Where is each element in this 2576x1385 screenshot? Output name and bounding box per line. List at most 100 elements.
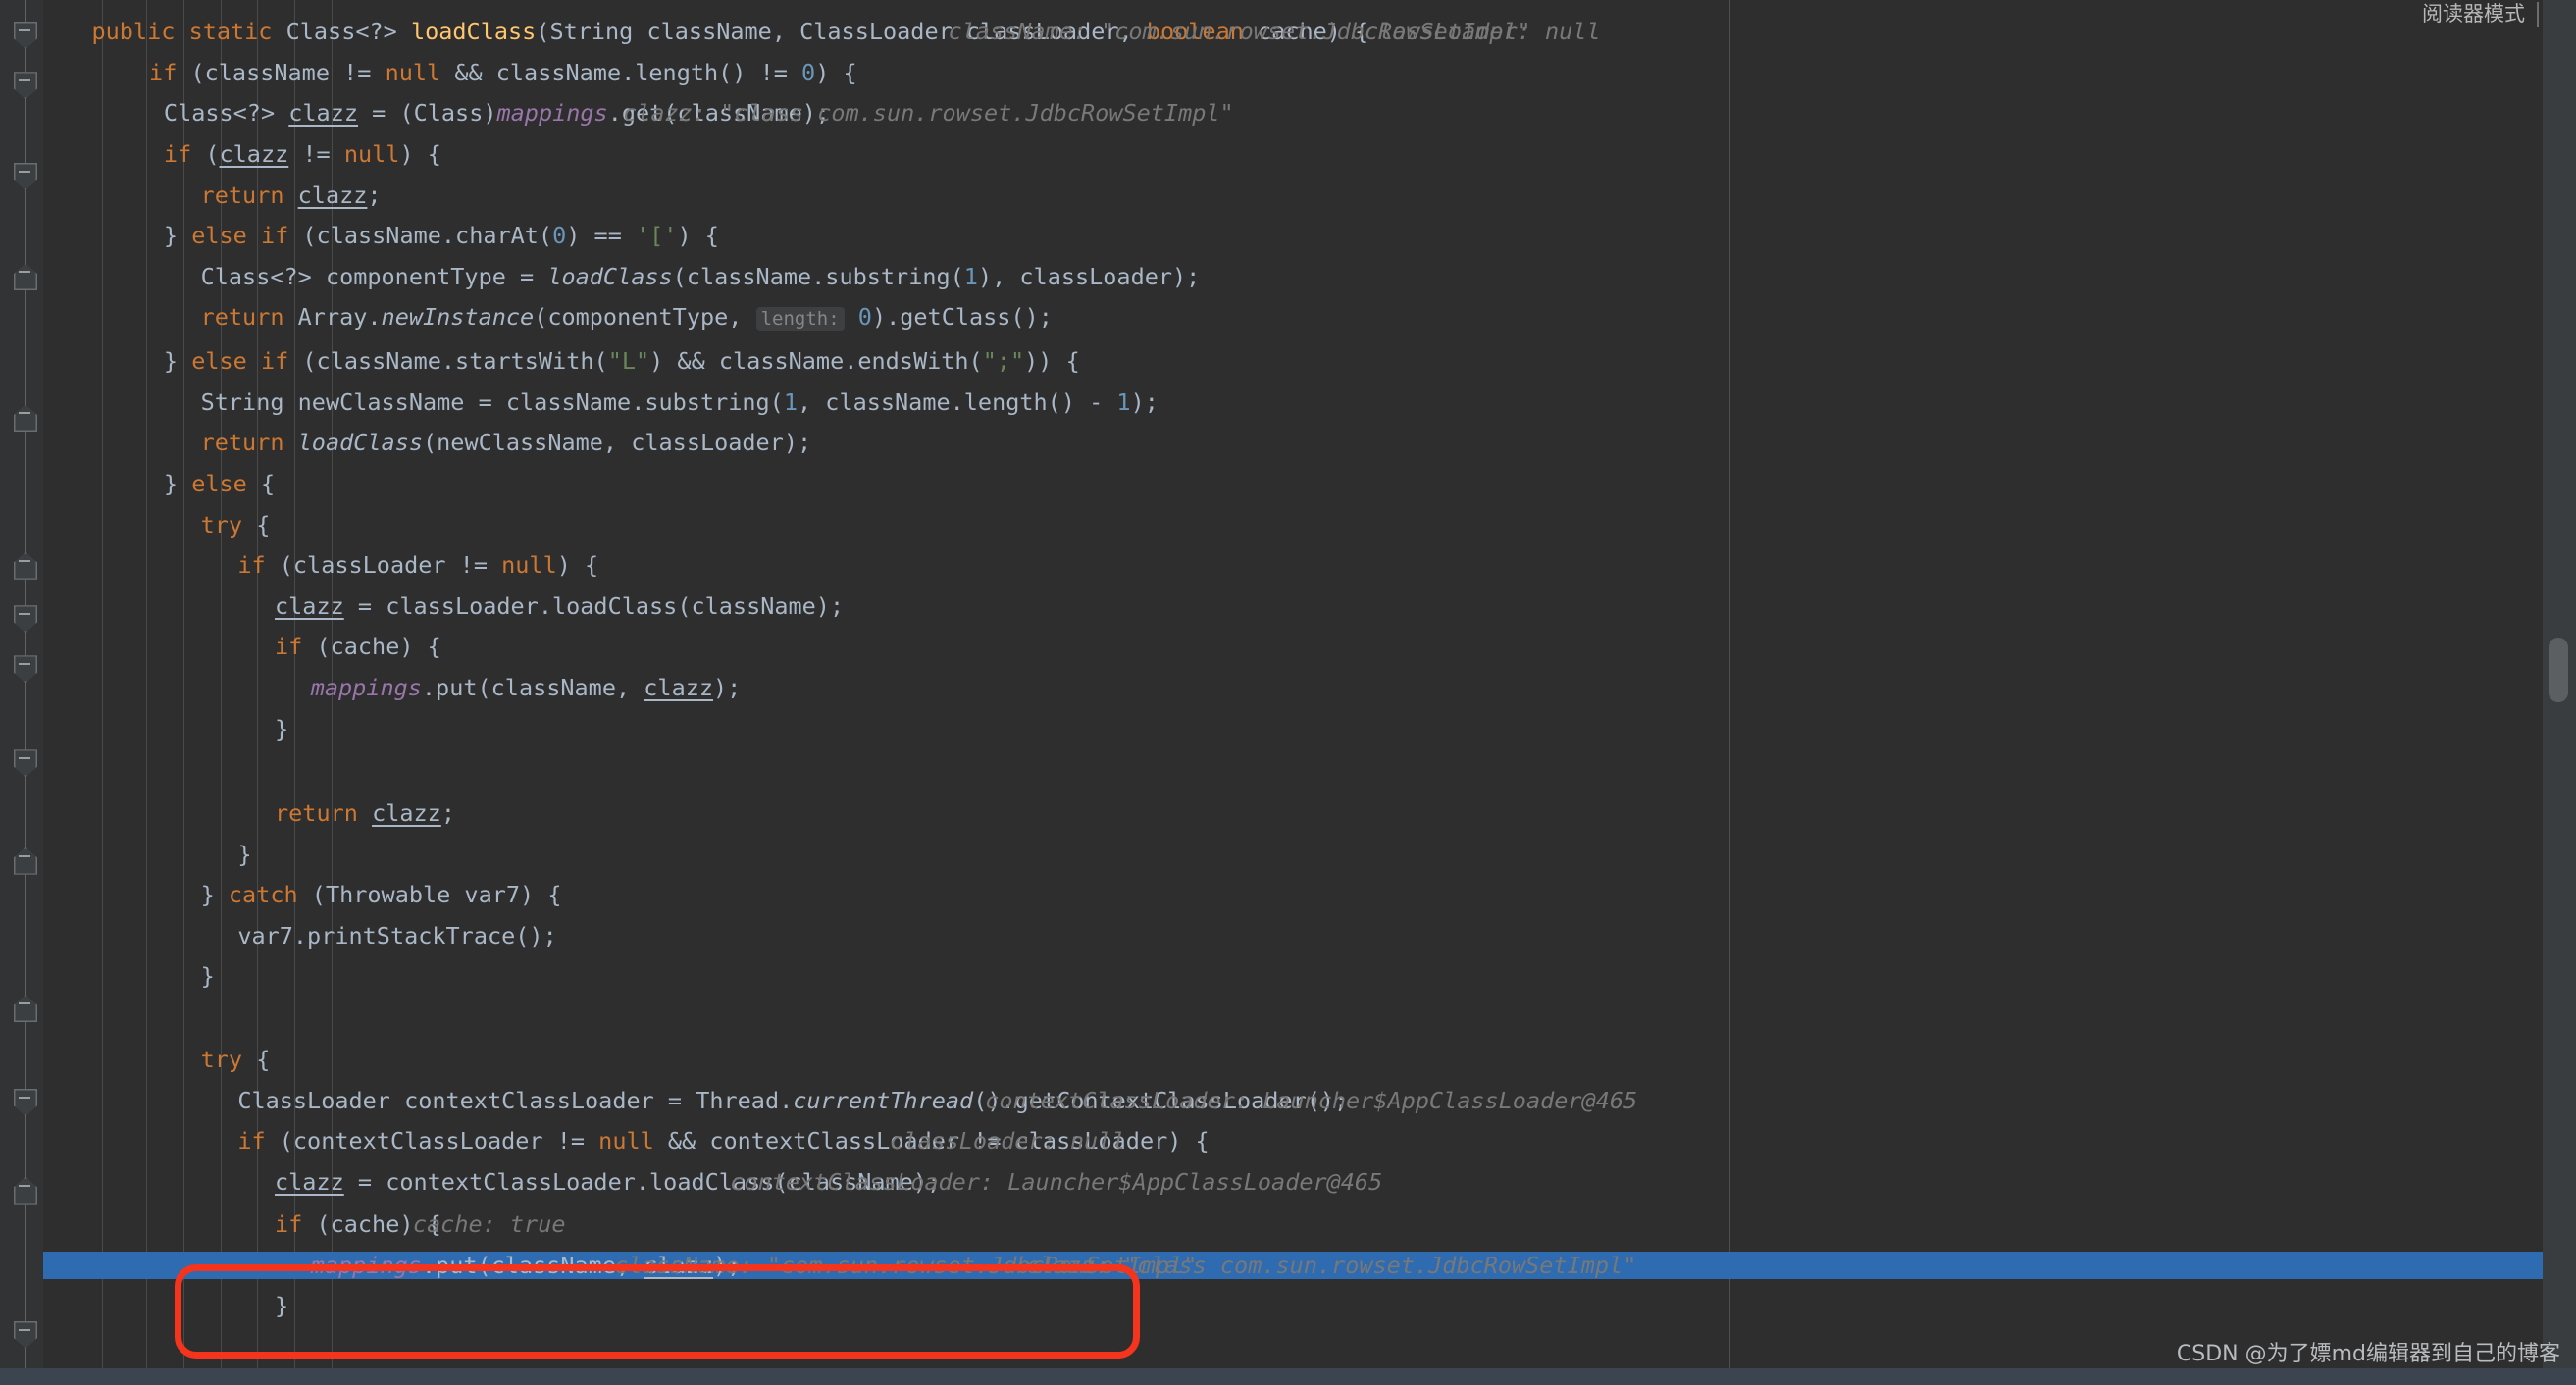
code-token: } [200, 881, 229, 909]
code-line[interactable]: clazz = classLoader.loadClass(className)… [275, 593, 844, 619]
code-token: static [188, 18, 273, 46]
code-token: } [163, 222, 192, 250]
debugger-inlay-hint[interactable]: contextClassLoader: Launcher$AppClassLoa… [730, 1169, 1382, 1195]
fold-start-icon[interactable] [14, 263, 37, 291]
code-token: ) { [815, 58, 857, 86]
code-line[interactable]: return Array.newInstance(componentType, … [201, 303, 1053, 332]
code-token: "L" [607, 347, 650, 376]
fold-end-icon[interactable] [14, 22, 37, 49]
fold-end-icon[interactable] [14, 655, 37, 684]
code-line[interactable]: try { [201, 512, 271, 538]
debugger-inlay-hint[interactable]: contextClassLoader: Launcher$AppClassLoa… [985, 1088, 1637, 1113]
code-line[interactable]: } [275, 1293, 288, 1318]
debugger-inlay-hint[interactable]: classLoader: null [890, 1128, 1126, 1154]
code-token: if [275, 1210, 303, 1239]
code-token: (className.charAt( [288, 222, 553, 250]
code-token: } [163, 347, 192, 376]
code-token: ClassLoader contextClassLoader = Thread. [237, 1086, 794, 1114]
code-token: (cache) { [302, 633, 441, 661]
code-line[interactable]: } [237, 842, 251, 867]
debugger-inlay-hint[interactable]: clazz: "class com.sun.rowset.JdbcRowSetI… [1026, 1253, 1637, 1278]
code-token: loadClass [547, 262, 673, 290]
code-token: clazz [275, 591, 344, 620]
csdn-watermark: CSDN @为了嫖md编辑器到自己的博客 [2176, 1342, 2560, 1366]
code-line[interactable]: return loadClass(newClassName, classLoad… [201, 430, 812, 455]
fold-start-icon[interactable] [14, 1176, 37, 1205]
indent-guide [146, 0, 148, 1385]
code-line[interactable]: if (cache) { [275, 634, 441, 659]
code-token: Class<?> componentType = [200, 262, 548, 290]
fold-start-icon[interactable] [14, 404, 37, 433]
code-token: else if [191, 222, 289, 250]
code-token: ";" [982, 347, 1025, 376]
code-token: if [237, 1127, 266, 1155]
code-token: loadClass [410, 18, 537, 46]
code-line[interactable]: } [201, 963, 215, 989]
code-token: 1 [1116, 387, 1131, 416]
code-token: if [275, 633, 303, 661]
code-token: } [275, 714, 289, 743]
reader-mode-label[interactable]: 阅读器模式 [2422, 0, 2525, 27]
code-token: )) { [1024, 347, 1080, 376]
ide-editor-window: public static Class<?> loadClass (String … [0, 0, 2576, 1385]
fold-end-icon[interactable] [14, 72, 37, 100]
fold-end-icon[interactable] [14, 1320, 37, 1349]
code-token: currentThread [793, 1086, 974, 1114]
debugger-inlay-hint[interactable]: classLoader: null [1365, 19, 1601, 44]
code-line[interactable]: } else if (className.startsWith("L") && … [164, 348, 1080, 374]
code-token: if [149, 58, 178, 86]
code-folding-gutter[interactable] [0, 0, 43, 1385]
code-token: { [242, 1046, 271, 1074]
code-token: ); [1130, 387, 1159, 416]
fold-start-icon[interactable] [14, 846, 37, 875]
code-line[interactable]: if (className != null && className.lengt… [149, 60, 857, 85]
code-editor-area[interactable]: public static Class<?> loadClass (String … [43, 0, 2543, 1385]
code-line[interactable]: return clazz; [201, 182, 382, 208]
code-line[interactable]: Class<?> componentType = loadClass(class… [201, 264, 1201, 289]
fold-start-icon[interactable] [14, 551, 37, 580]
vertical-scrollbar-thumb[interactable] [2549, 638, 2568, 702]
fold-end-icon[interactable] [14, 749, 37, 778]
fold-end-icon[interactable] [14, 163, 37, 190]
code-line[interactable]: if (clazz != null) { [164, 141, 441, 167]
code-token: mappings [310, 1251, 422, 1279]
code-token: clazz [288, 99, 359, 128]
debugger-inlay-hint[interactable]: clazz: "class com.sun.rowset.JdbcRowSetI… [623, 100, 1234, 126]
code-token: try [200, 510, 243, 539]
code-token: } [275, 1292, 289, 1320]
code-token: Array. [283, 303, 382, 332]
code-token: clazz [644, 674, 714, 701]
code-token: null [385, 58, 441, 86]
code-token: (className.startsWith( [288, 347, 608, 376]
code-line[interactable]: } [275, 716, 288, 742]
code-line[interactable]: String newClassName = className.substrin… [201, 389, 1159, 415]
debugger-inlay-hint[interactable]: cache: true [413, 1211, 566, 1237]
code-line[interactable]: } else if (className.charAt(0) == '[') { [164, 223, 719, 248]
code-line[interactable]: try { [201, 1047, 271, 1072]
toolbar-divider [2537, 2, 2539, 27]
code-line[interactable]: } else { [164, 471, 275, 496]
code-token: } [163, 470, 192, 497]
code-token: ); [713, 674, 742, 701]
code-token: ) { [399, 140, 441, 168]
code-token: return [200, 429, 284, 457]
code-token: 0 [801, 58, 816, 86]
code-token: loadClass [297, 429, 423, 457]
code-token: return [200, 180, 284, 209]
code-line[interactable]: } catch (Throwable var7) { [201, 882, 562, 907]
fold-end-icon[interactable] [14, 605, 37, 634]
code-token: if [237, 551, 266, 580]
code-line[interactable]: var7.printStackTrace(); [237, 923, 556, 949]
bottom-status-bar [0, 1368, 2576, 1385]
fold-end-icon[interactable] [14, 1089, 37, 1116]
code-token: Class<?> [163, 99, 289, 128]
code-line[interactable]: return clazz; [275, 800, 455, 826]
code-token: length: [755, 307, 845, 332]
fold-start-icon[interactable] [14, 995, 37, 1022]
code-line[interactable]: mappings.put(className, clazz); [311, 675, 742, 700]
code-line[interactable]: if (classLoader != null) { [237, 552, 598, 578]
